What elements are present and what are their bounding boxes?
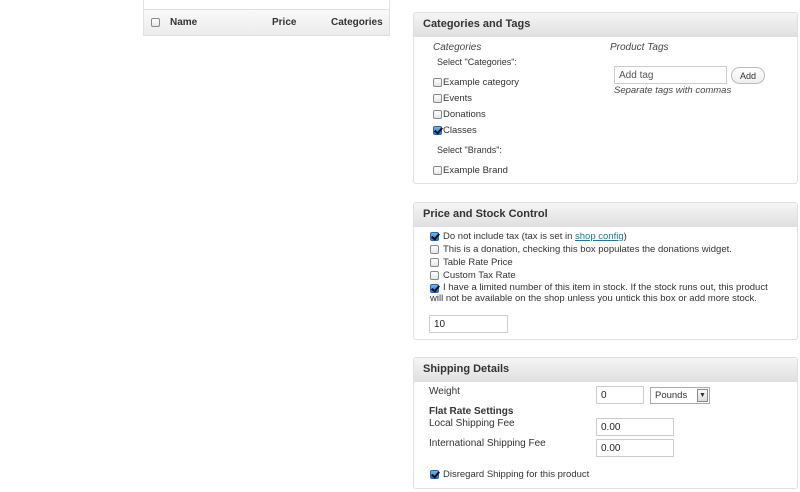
category-checkbox[interactable] bbox=[433, 94, 442, 103]
product-tags-heading: Product Tags bbox=[610, 42, 669, 53]
column-header-categories[interactable]: Categories bbox=[331, 17, 383, 28]
no-tax-label: Do not include tax (tax is set in shop c… bbox=[443, 231, 627, 242]
shop-config-link[interactable]: shop config bbox=[575, 231, 624, 242]
category-label: Classes bbox=[443, 125, 477, 136]
select-categories-label: Select "Categories": bbox=[437, 57, 517, 67]
custom-tax-checkbox[interactable] bbox=[430, 271, 439, 280]
add-tag-placeholder: Add tag bbox=[619, 69, 654, 81]
disregard-shipping-checkbox[interactable] bbox=[430, 470, 439, 479]
category-checkbox[interactable] bbox=[433, 78, 442, 87]
add-tag-input[interactable]: Add tag bbox=[614, 66, 727, 84]
category-option-classes[interactable]: Classes bbox=[433, 125, 477, 136]
no-tax-option[interactable]: Do not include tax (tax is set in shop c… bbox=[430, 231, 627, 242]
products-table: Name Price Categories bbox=[143, 0, 390, 36]
brand-checkbox[interactable] bbox=[433, 166, 442, 175]
select-brands-label: Select "Brands": bbox=[437, 145, 502, 155]
category-option-example[interactable]: Example category bbox=[433, 77, 519, 88]
category-label: Events bbox=[443, 93, 473, 104]
donation-option[interactable]: This is a donation, checking this box po… bbox=[430, 244, 732, 255]
disregard-shipping-option[interactable]: Disregard Shipping for this product bbox=[430, 469, 589, 480]
price-stock-box: Price and Stock Control Do not include t… bbox=[413, 202, 798, 340]
weight-unit-value: Pounds bbox=[655, 390, 688, 401]
weight-label: Weight bbox=[429, 386, 460, 397]
table-rate-option[interactable]: Table Rate Price bbox=[430, 257, 513, 268]
stock-quantity-input[interactable]: 10 bbox=[429, 315, 508, 333]
stock-label: I have a limited number of this item in … bbox=[430, 282, 768, 304]
table-rate-checkbox[interactable] bbox=[430, 258, 439, 267]
table-rate-label: Table Rate Price bbox=[443, 257, 513, 268]
flat-rate-heading: Flat Rate Settings bbox=[429, 406, 514, 417]
select-all-checkbox[interactable] bbox=[151, 18, 160, 27]
donation-label: This is a donation, checking this box po… bbox=[443, 244, 732, 255]
add-tag-button[interactable]: Add bbox=[731, 67, 765, 84]
brand-label: Example Brand bbox=[443, 165, 508, 176]
category-checkbox-checked[interactable] bbox=[433, 126, 442, 135]
shipping-title: Shipping Details bbox=[414, 358, 797, 382]
no-tax-checkbox[interactable] bbox=[430, 232, 439, 241]
weight-input[interactable]: 0 bbox=[596, 386, 644, 404]
donation-checkbox[interactable] bbox=[430, 245, 439, 254]
categories-tags-box: Categories and Tags Categories Select "C… bbox=[413, 12, 798, 184]
stock-checkbox[interactable] bbox=[430, 284, 439, 293]
category-label: Donations bbox=[443, 109, 486, 120]
categories-tags-title: Categories and Tags bbox=[414, 13, 797, 37]
local-shipping-label: Local Shipping Fee bbox=[429, 418, 515, 429]
shipping-box: Shipping Details Weight 0 Pounds ▼ Flat … bbox=[413, 357, 798, 489]
custom-tax-label: Custom Tax Rate bbox=[443, 270, 516, 281]
international-shipping-value: 0.00 bbox=[601, 442, 621, 454]
dropdown-arrow-icon: ▼ bbox=[697, 389, 708, 402]
custom-tax-option[interactable]: Custom Tax Rate bbox=[430, 270, 516, 281]
stock-option[interactable]: I have a limited number of this item in … bbox=[430, 282, 780, 304]
categories-heading: Categories bbox=[433, 42, 482, 53]
tags-hint: Separate tags with commas bbox=[614, 85, 732, 96]
international-shipping-input[interactable]: 0.00 bbox=[596, 439, 674, 457]
local-shipping-input[interactable]: 0.00 bbox=[596, 418, 674, 436]
price-stock-title: Price and Stock Control bbox=[414, 203, 797, 227]
weight-unit-select[interactable]: Pounds ▼ bbox=[650, 387, 710, 404]
weight-value: 0 bbox=[601, 389, 607, 401]
category-option-donations[interactable]: Donations bbox=[433, 109, 486, 120]
local-shipping-value: 0.00 bbox=[601, 421, 621, 433]
category-option-events[interactable]: Events bbox=[433, 93, 472, 104]
brand-option-example[interactable]: Example Brand bbox=[433, 165, 508, 176]
stock-quantity-value: 10 bbox=[434, 318, 446, 330]
international-shipping-label: International Shipping Fee bbox=[429, 438, 546, 449]
category-checkbox[interactable] bbox=[433, 110, 442, 119]
table-header-row: Name Price Categories bbox=[144, 9, 389, 35]
column-header-name[interactable]: Name bbox=[170, 17, 197, 28]
no-tax-text: Do not include tax (tax is set in bbox=[443, 231, 576, 242]
disregard-shipping-label: Disregard Shipping for this product bbox=[443, 469, 590, 480]
no-tax-suffix: ) bbox=[623, 231, 627, 242]
category-label: Example category bbox=[443, 77, 520, 88]
column-header-price[interactable]: Price bbox=[272, 17, 296, 28]
